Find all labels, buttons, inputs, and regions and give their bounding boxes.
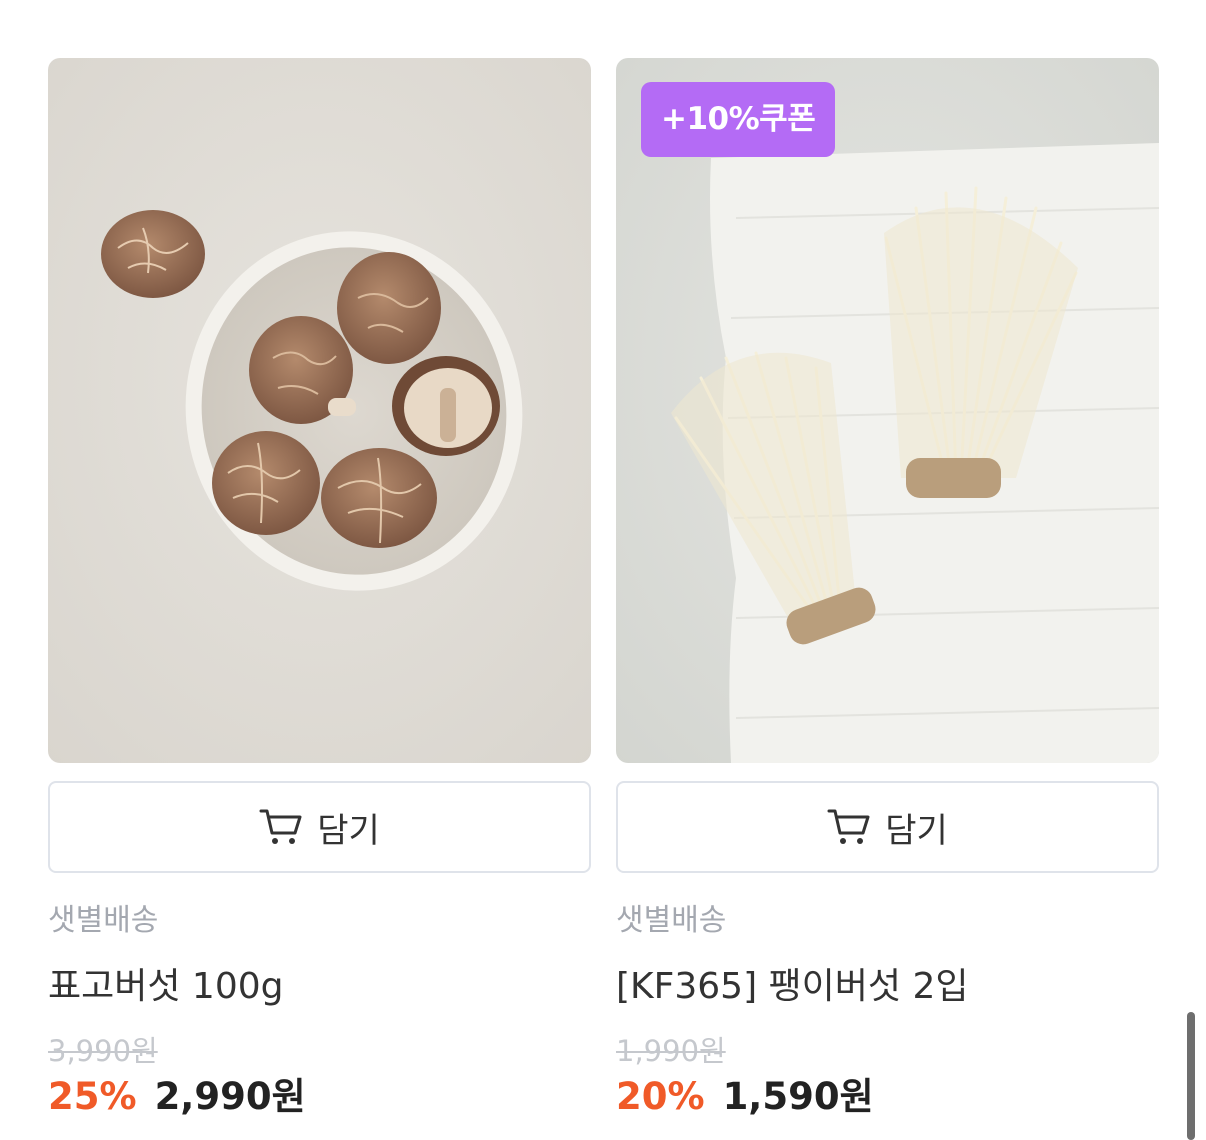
add-to-cart-button[interactable]: 담기 xyxy=(616,781,1159,873)
add-to-cart-label: 담기 xyxy=(885,810,948,851)
product-grid: 담기 샛별배송 표고버섯 100g 3,990원 25% 2,990원 +10%… xyxy=(48,58,1159,1119)
price-row: 20% 1,590원 xyxy=(616,1075,1159,1119)
product-image[interactable] xyxy=(48,58,591,763)
product-card[interactable]: +10%쿠폰 담기 샛별배송 [KF365] 팽이버섯 2입 1,990원 20… xyxy=(616,58,1159,1119)
discount-rate: 25% xyxy=(48,1075,137,1118)
delivery-type: 샛별배송 xyxy=(616,903,727,938)
sale-price: 1,590원 xyxy=(722,1075,874,1118)
product-image[interactable]: +10%쿠폰 xyxy=(616,58,1159,763)
shiitake-image xyxy=(48,58,591,763)
enoki-image xyxy=(616,58,1159,763)
discount-rate: 20% xyxy=(616,1075,705,1118)
original-price: 1,990원 xyxy=(616,1034,726,1068)
price-row: 25% 2,990원 xyxy=(48,1075,591,1119)
product-card[interactable]: 담기 샛별배송 표고버섯 100g 3,990원 25% 2,990원 xyxy=(48,58,591,1119)
cart-icon xyxy=(259,807,303,847)
product-name[interactable]: 표고버섯 100g xyxy=(48,965,591,1009)
scrollbar[interactable] xyxy=(1187,1012,1195,1140)
original-price: 3,990원 xyxy=(48,1034,158,1068)
sale-price: 2,990원 xyxy=(154,1075,306,1118)
delivery-type: 샛별배송 xyxy=(48,903,159,938)
add-to-cart-label: 담기 xyxy=(317,810,380,851)
product-name[interactable]: [KF365] 팽이버섯 2입 xyxy=(616,965,1159,1009)
cart-icon xyxy=(827,807,871,847)
product-list-page: 담기 샛별배송 표고버섯 100g 3,990원 25% 2,990원 +10%… xyxy=(0,0,1206,1140)
coupon-badge: +10%쿠폰 xyxy=(641,82,836,157)
add-to-cart-button[interactable]: 담기 xyxy=(48,781,591,873)
